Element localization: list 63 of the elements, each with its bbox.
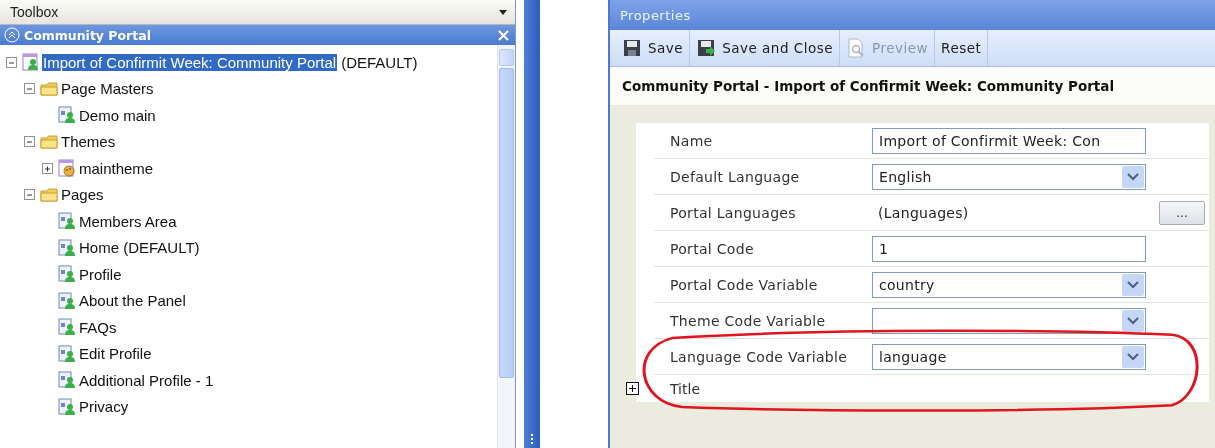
tree-item[interactable]: Demo main <box>78 106 157 124</box>
page-icon <box>58 212 76 231</box>
tree-item[interactable]: Edit Profile <box>78 345 153 363</box>
default-tag: (DEFAULT) <box>341 53 418 71</box>
property-label: Default Language <box>669 168 801 185</box>
property-group-label: Title <box>669 380 700 397</box>
portal-icon <box>22 53 40 72</box>
toolbar-button[interactable]: Save and Close <box>690 30 841 66</box>
dropdown-field[interactable]: language <box>872 343 1146 370</box>
property-label: Name <box>669 132 714 149</box>
page-icon <box>58 371 76 390</box>
folder-icon <box>40 185 58 204</box>
tree-item[interactable]: Privacy <box>78 398 130 416</box>
toolbar-button[interactable]: Reset <box>935 30 989 66</box>
page-icon <box>58 291 76 310</box>
collapse-toggle[interactable] <box>24 83 35 95</box>
tree-item[interactable]: Themes <box>60 133 117 151</box>
dropdown-arrow-icon[interactable] <box>499 9 507 15</box>
property-value: (Languages) <box>877 204 970 221</box>
dropdown-field[interactable] <box>872 307 1146 334</box>
tree-item[interactable]: Import of Confirmit Week: Community Portal <box>42 53 338 71</box>
property-label: Language Code Variable <box>669 348 849 365</box>
close-icon[interactable] <box>498 29 509 41</box>
tree-item[interactable]: Page Masters <box>60 80 155 98</box>
tree-item[interactable]: Pages <box>60 186 105 204</box>
scrollbar[interactable] <box>497 45 515 448</box>
tree-item[interactable]: FAQs <box>78 318 118 336</box>
tree-item[interactable]: Members Area <box>78 212 178 230</box>
page-icon <box>58 265 76 284</box>
tree-item[interactable]: Home (DEFAULT) <box>78 239 201 257</box>
dropdown-field[interactable]: English <box>872 163 1146 190</box>
page-icon <box>58 344 76 363</box>
collapse-toggle[interactable] <box>6 56 17 68</box>
folder-icon <box>40 79 58 98</box>
grip-icon <box>530 434 534 444</box>
collapse-chevron-icon[interactable] <box>4 27 20 43</box>
page-icon <box>58 238 76 257</box>
tree-item[interactable]: Additional Profile - 1 <box>78 371 215 389</box>
property-label: Portal Code Variable <box>669 276 819 293</box>
theme-icon <box>58 159 76 178</box>
property-label: Theme Code Variable <box>669 312 827 329</box>
tree-item[interactable]: Profile <box>78 265 123 283</box>
property-label: Portal Languages <box>669 204 797 221</box>
expand-toggle[interactable] <box>42 162 53 174</box>
page-icon <box>58 397 76 416</box>
page-icon <box>58 318 76 337</box>
text-field[interactable]: Import of Confirmit Week: Con <box>872 127 1146 154</box>
collapse-toggle[interactable] <box>24 189 35 201</box>
toolbar-button[interactable]: Save <box>616 30 691 66</box>
text-field[interactable]: 1 <box>872 235 1146 262</box>
dropdown-field[interactable]: country <box>872 271 1146 298</box>
page-icon <box>58 106 76 125</box>
folder-icon <box>40 132 58 151</box>
section-title: Community Portal <box>24 27 152 43</box>
panel-title: Properties <box>610 0 1215 30</box>
collapse-toggle[interactable] <box>24 136 35 148</box>
tree-item[interactable]: About the Panel <box>78 292 187 310</box>
properties-heading: Community Portal - Import of Confirmit Week: Community Portal <box>610 67 1215 105</box>
tree-item[interactable]: maintheme <box>78 159 155 177</box>
ellipsis-button[interactable]: ... <box>1159 200 1205 225</box>
expand-toggle[interactable] <box>626 382 639 395</box>
property-label: Portal Code <box>669 240 755 257</box>
panel-title: Toolbox <box>10 4 59 20</box>
